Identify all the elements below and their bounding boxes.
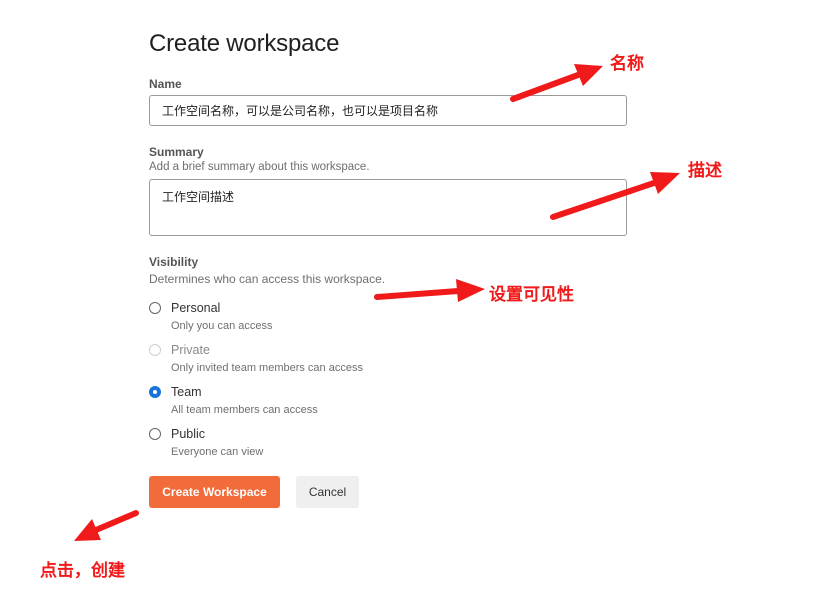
arrow-summary [550, 180, 657, 220]
arrow-visibility [374, 288, 461, 300]
annotation-summary: 描述 [688, 161, 722, 181]
arrow-summary-head [650, 172, 680, 194]
annotation-visibility: 设置可见性 [489, 285, 574, 305]
annotation-arrows [74, 64, 680, 541]
arrow-create [93, 510, 139, 533]
annotation-create: 点击，创建 [40, 561, 125, 581]
annotation-name: 名称 [610, 54, 644, 74]
arrow-visibility-head [456, 279, 485, 302]
arrow-name [510, 72, 581, 102]
